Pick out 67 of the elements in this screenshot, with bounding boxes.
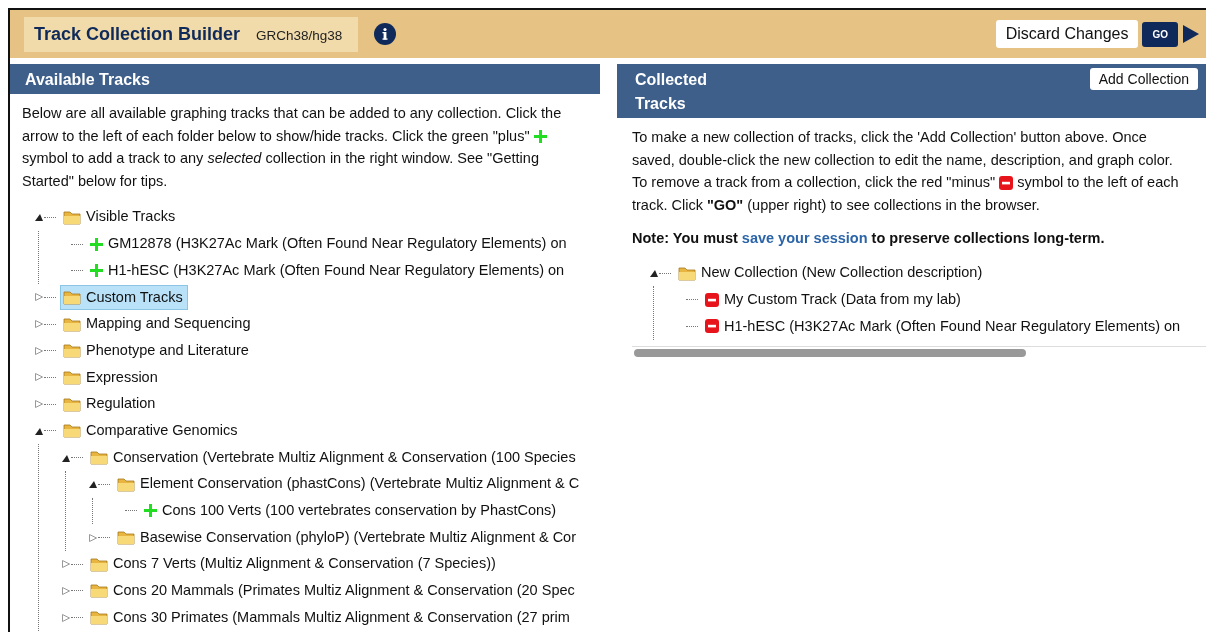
- folder-icon: [90, 610, 108, 626]
- expand-toggle[interactable]: [34, 399, 44, 410]
- minus-icon: [705, 292, 719, 307]
- tree-track[interactable]: H1-hESC (H3K27Ac Mark (Often Found Near Regulatory Elements) on: [87, 257, 570, 284]
- tree-folder[interactable]: Custom Tracks: [60, 284, 188, 311]
- folder-icon: [678, 265, 696, 281]
- plus-icon: [533, 130, 547, 144]
- tree-track[interactable]: H1-hESC (H3K27Ac Mark (Often Found Near Regulatory Elements) on: [702, 313, 1186, 340]
- scrollbar-thumb[interactable]: [634, 348, 1026, 357]
- tree-track[interactable]: Cons 100 Verts (100 vertebrates conservation by PhastCons): [141, 498, 562, 524]
- folder-icon: [63, 316, 81, 332]
- plus-icon: [90, 264, 103, 278]
- expand-toggle[interactable]: [34, 319, 44, 330]
- tree-folder[interactable]: Cons 30 Primates (Mammals Multiz Alignment & Conservation (27 prim: [87, 604, 575, 631]
- app-title: Track Collection Builder: [34, 22, 241, 46]
- tree-folder[interactable]: Cons 20 Mammals (Primates Multiz Alignment & Conservation (20 Spec: [87, 578, 580, 604]
- instruction-text: To make a new collection of tracks, click the 'Add Collection' button above. Once saved, double-click the new collection to edit the name, description, and graph color. To remove a track from a collection, click the red "minus" symbol to the left of each track. Click "GO" (upper right) to see collections in the browser.: [631, 128, 1180, 215]
- collapse-toggle[interactable]: [649, 268, 659, 279]
- collapse-toggle[interactable]: [34, 212, 44, 223]
- assembly-label: GRCh38/hg38: [256, 26, 343, 45]
- folder-icon: [90, 450, 108, 466]
- folder-icon: [63, 289, 81, 305]
- tree-folder[interactable]: Expression: [60, 364, 163, 391]
- tree-folder[interactable]: New Collection (New Collection description): [675, 260, 988, 286]
- tree-folder[interactable]: Element Conservation (phastCons) (Vertebrate Multiz Alignment & C: [114, 471, 585, 498]
- folder-icon: [90, 556, 108, 572]
- discard-changes-button[interactable]: Discard Changes: [995, 20, 1139, 48]
- folder-icon: [63, 343, 81, 359]
- tree-folder[interactable]: Visible Tracks: [60, 204, 181, 231]
- tree-folder[interactable]: Mapping and Sequencing: [60, 311, 256, 337]
- expand-toggle[interactable]: [61, 559, 71, 570]
- tree-track[interactable]: GM12878 (H3K27Ac Mark (Often Found Near Regulatory Elements) on: [87, 231, 572, 257]
- info-icon[interactable]: [374, 23, 397, 45]
- tree-folder[interactable]: Basewise Conservation (phyloP) (Vertebrate Multiz Alignment & Cor: [114, 524, 581, 551]
- expand-toggle[interactable]: [61, 585, 71, 596]
- expand-toggle[interactable]: [61, 612, 71, 623]
- folder-icon: [63, 369, 81, 385]
- panel-title: Available Tracks: [25, 71, 150, 88]
- tree-folder[interactable]: Cons 7 Verts (Multiz Alignment & Conservation (7 Species)): [87, 551, 501, 578]
- folder-icon: [117, 530, 135, 546]
- save-session-link[interactable]: save your session: [741, 230, 868, 246]
- tree-track[interactable]: My Custom Track (Data from my lab): [702, 286, 966, 313]
- tree-folder[interactable]: Regulation: [60, 391, 161, 418]
- plus-icon: [144, 504, 157, 518]
- plus-icon: [90, 237, 103, 251]
- horizontal-scrollbar[interactable]: [632, 345, 1206, 358]
- instruction-text: Below are all available graphing tracks that can be added to any collection. Click the arrow to the left of each folder below to show/hide tracks. Click the green "plus" symbol to add a track to any selected collection in the right window. See "Getting Started" below for tips.: [21, 104, 563, 191]
- folder-icon: [63, 209, 81, 225]
- tree-folder[interactable]: Comparative Genomics: [60, 417, 243, 444]
- expand-toggle[interactable]: [88, 532, 98, 543]
- expand-toggle[interactable]: [34, 292, 44, 303]
- tree-folder[interactable]: Conservation (Vertebrate Multiz Alignment & Conservation (100 Species: [87, 444, 581, 471]
- panel-title: Collected Tracks: [635, 70, 708, 114]
- folder-icon: [63, 423, 81, 439]
- note-text: Note: You must save your session to preserve collections long-term.: [631, 229, 1106, 248]
- expand-toggle[interactable]: [34, 345, 44, 356]
- play-icon[interactable]: [1182, 24, 1200, 44]
- folder-icon: [90, 583, 108, 599]
- minus-icon: [999, 176, 1014, 191]
- expand-toggle[interactable]: [34, 372, 44, 383]
- collapse-toggle[interactable]: [88, 479, 98, 490]
- folder-icon: [117, 476, 135, 492]
- folder-icon: [63, 396, 81, 412]
- go-button[interactable]: GO: [1142, 21, 1178, 47]
- minus-icon: [705, 319, 719, 334]
- add-collection-button[interactable]: Add Collection: [1089, 68, 1198, 90]
- tree-folder[interactable]: Phenotype and Literature: [60, 337, 254, 364]
